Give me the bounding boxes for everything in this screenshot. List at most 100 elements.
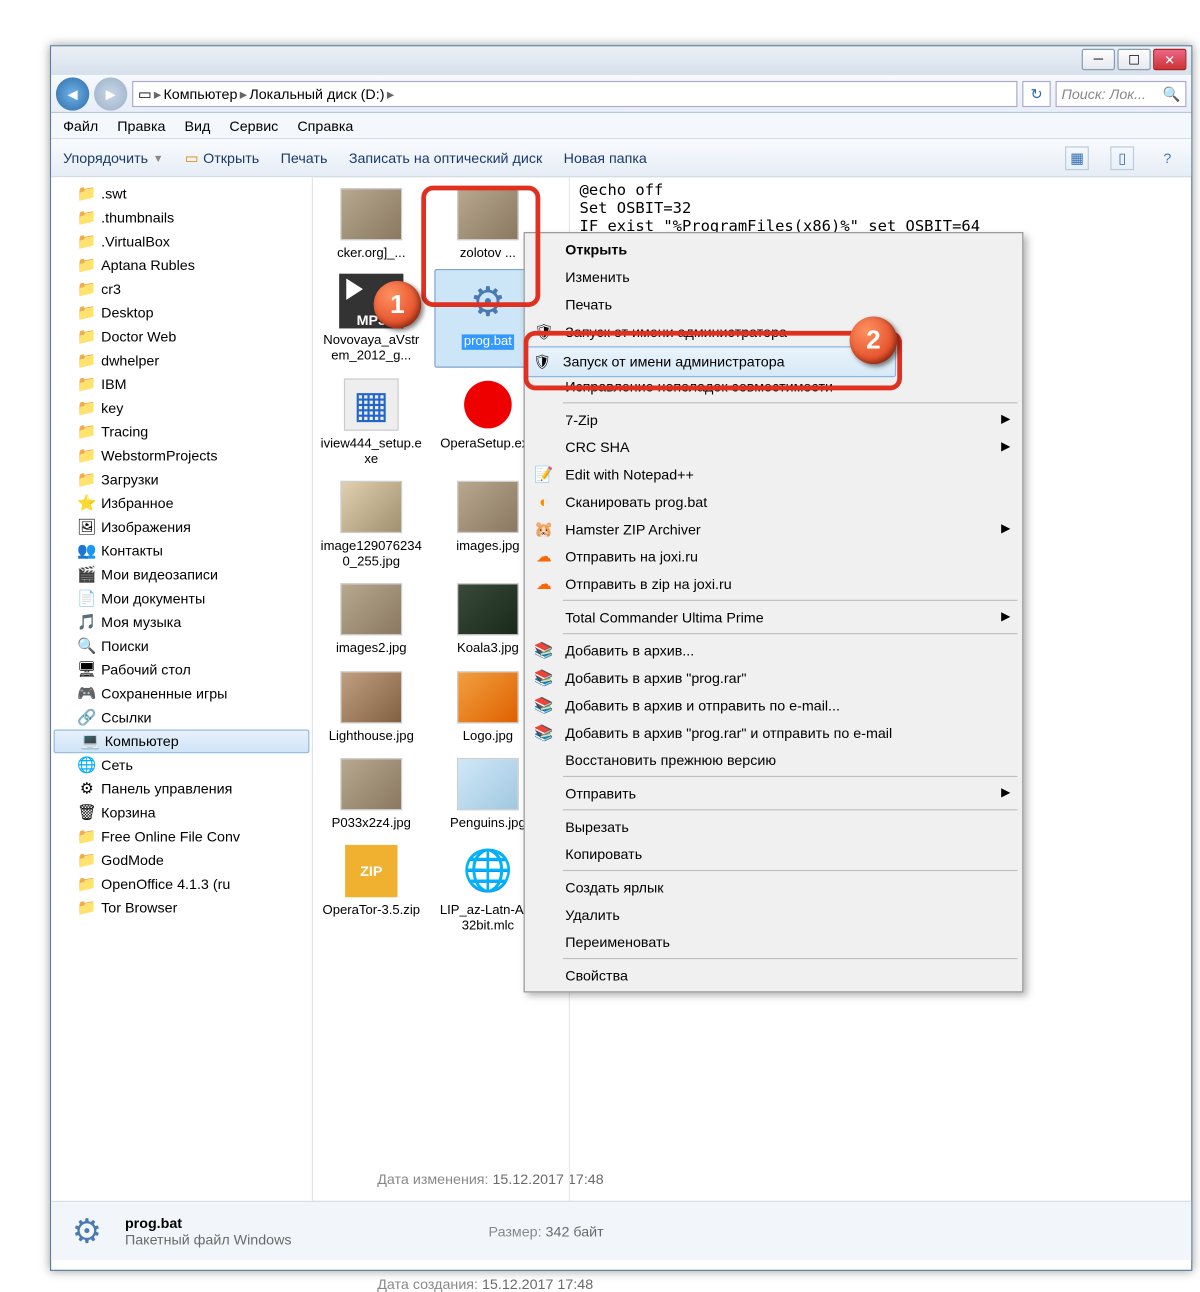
back-button[interactable]: ◄ (56, 77, 89, 110)
ctx-rar2[interactable]: 📚Добавить в архив "prog.rar" (527, 664, 1020, 691)
file-item[interactable]: P033x2z4.jpg (318, 752, 425, 834)
tree-item[interactable]: 📁key (51, 396, 312, 420)
system-buttons: ─ ☐ ✕ (51, 46, 1191, 75)
ctx-7zip[interactable]: 7-Zip▶ (527, 406, 1020, 433)
ctx-sendto[interactable]: Отправить▶ (527, 779, 1020, 806)
breadcrumb[interactable]: ▭ ▸ Компьютер ▸ Локальный диск (D:) ▸ (132, 80, 1017, 106)
folder-icon: 📁 (77, 327, 96, 346)
tree-item[interactable]: 📁Desktop (51, 301, 312, 325)
file-item[interactable]: cker.org]_... (318, 182, 425, 264)
tree-item[interactable]: 🎬Мои видеозаписи (51, 563, 312, 587)
folder-icon: 💻 (81, 732, 100, 751)
file-item[interactable]: image1290762340_255.jpg (318, 475, 425, 573)
ctx-rar4[interactable]: 📚Добавить в архив "prog.rar" и отправить… (527, 719, 1020, 746)
ctx-open[interactable]: Открыть (527, 236, 1020, 263)
menu-view[interactable]: Вид (185, 117, 211, 134)
ctx-restore[interactable]: Восстановить прежнюю версию (527, 746, 1020, 773)
preview-pane-button[interactable]: ▯ (1110, 146, 1134, 170)
ctx-joxi-zip[interactable]: ☁Отправить в zip на joxi.ru (527, 570, 1020, 597)
tree-item[interactable]: ⭐Избранное (51, 491, 312, 515)
folder-icon: 🌐 (77, 756, 96, 775)
tree-item[interactable]: 📄Мои документы (51, 587, 312, 611)
burn-button[interactable]: Записать на оптический диск (349, 149, 542, 166)
tree-item[interactable]: 📁 Aptana Rubles (51, 253, 312, 277)
nav-tree[interactable]: 📁.swt📁.thumbnails📁.VirtualBox 📁 Aptana Rub… (51, 177, 313, 1200)
ctx-edit[interactable]: Изменить (527, 263, 1020, 290)
tree-item[interactable]: 🔗Ссылки (51, 706, 312, 730)
ctx-hamster[interactable]: 🐹Hamster ZIP Archiver▶ (527, 515, 1020, 542)
ctx-print[interactable]: Печать (527, 290, 1020, 317)
tree-item[interactable]: ⚙Панель управления (51, 777, 312, 801)
tree-item[interactable]: 📁dwhelper (51, 349, 312, 373)
tree-item[interactable]: 📁Загрузки (51, 468, 312, 492)
file-item[interactable]: Lighthouse.jpg (318, 665, 425, 747)
ctx-joxi[interactable]: ☁Отправить на joxi.ru (527, 543, 1020, 570)
tree-item[interactable]: 📁WebstormProjects (51, 444, 312, 468)
tree-item[interactable]: 📁Tracing (51, 420, 312, 444)
print-button[interactable]: Печать (281, 149, 328, 166)
address-bar: ◄ ► ▭ ▸ Компьютер ▸ Локальный диск (D:) … (51, 75, 1191, 113)
ctx-delete[interactable]: Удалить (527, 901, 1020, 928)
tree-item[interactable]: 🖼Изображения (51, 515, 312, 539)
tree-item[interactable]: 🌐Сеть (51, 753, 312, 777)
minimize-button[interactable]: ─ (1082, 49, 1115, 70)
tree-item[interactable]: 📁.swt (51, 182, 312, 206)
file-item[interactable]: images2.jpg (318, 578, 425, 660)
tree-item[interactable]: 💻Компьютер (54, 729, 310, 753)
menu-edit[interactable]: Правка (117, 117, 165, 134)
file-item[interactable]: ▦iview444_setup.exe (318, 372, 425, 470)
tree-item[interactable]: 📁.thumbnails (51, 206, 312, 230)
tree-item[interactable]: 👥Контакты (51, 539, 312, 563)
ctx-shortcut[interactable]: Создать ярлык (527, 873, 1020, 900)
tree-item[interactable]: 📁Tor Browser (51, 896, 312, 920)
tree-item[interactable]: 🖥Рабочий стол (51, 658, 312, 682)
menu-service[interactable]: Сервис (229, 117, 278, 134)
organize-button[interactable]: Упорядочить▼ (63, 149, 163, 166)
forward-button[interactable]: ► (94, 77, 127, 110)
ctx-total-commander[interactable]: Total Commander Ultima Prime▶ (527, 603, 1020, 630)
ctx-notepadpp[interactable]: 📝Edit with Notepad++ (527, 461, 1020, 488)
tree-item[interactable]: 🎵Моя музыка (51, 610, 312, 634)
crumb-computer[interactable]: Компьютер (163, 85, 237, 102)
ctx-scan[interactable]: ◐Сканировать prog.bat (527, 488, 1020, 515)
tree-label: Aptana Rubles (101, 257, 195, 274)
file-thumb (455, 667, 522, 727)
refresh-button[interactable]: ↻ (1022, 80, 1051, 106)
ctx-runas[interactable]: 🛡Запуск от имени администратора (527, 318, 1020, 345)
file-thumb (338, 184, 405, 244)
new-folder-button[interactable]: Новая папка (564, 149, 647, 166)
crumb-current[interactable]: Локальный диск (D:) (249, 85, 384, 102)
tree-item[interactable]: 📁Free Online File Conv (51, 825, 312, 849)
view-options-button[interactable]: ▦ (1065, 146, 1089, 170)
maximize-button[interactable]: ☐ (1117, 49, 1150, 70)
file-item[interactable]: ZIPOperaTor-3.5.zip (318, 839, 425, 937)
folder-icon: 📁 (77, 256, 96, 275)
tree-item[interactable]: 📁.VirtualBox (51, 230, 312, 254)
tree-label: Мои видеозаписи (101, 566, 218, 583)
winrar-icon: 📚 (534, 641, 553, 660)
help-button[interactable]: ? (1155, 146, 1179, 170)
ctx-rar1[interactable]: 📚Добавить в архив... (527, 637, 1020, 664)
menu-help[interactable]: Справка (297, 117, 353, 134)
ctx-copy[interactable]: Копировать (527, 840, 1020, 867)
ctx-cut[interactable]: Вырезать (527, 813, 1020, 840)
tree-item[interactable]: 📁IBM (51, 372, 312, 396)
tree-item[interactable]: 🗑Корзина (51, 801, 312, 825)
tree-item[interactable]: 📁OpenOffice 4.1.3 (ru (51, 872, 312, 896)
menu-file[interactable]: Файл (63, 117, 98, 134)
search-input[interactable]: Поиск: Лок... 🔍 (1056, 80, 1187, 106)
ctx-properties[interactable]: Свойства (527, 962, 1020, 989)
open-button[interactable]: ▭Открыть (185, 149, 259, 166)
ctx-rename[interactable]: Переименовать (527, 928, 1020, 955)
ctx-rar3[interactable]: 📚Добавить в архив и отправить по e-mail.… (527, 691, 1020, 718)
folder-icon: 🎮 (77, 684, 96, 703)
tree-item[interactable]: 📁GodMode (51, 848, 312, 872)
file-thumb (338, 754, 405, 814)
ctx-crc[interactable]: CRC SHA▶ (527, 433, 1020, 460)
tree-item[interactable]: 📁Doctor Web (51, 325, 312, 349)
close-button[interactable]: ✕ (1153, 49, 1186, 70)
tree-item[interactable]: 🎮Сохраненные игры (51, 682, 312, 706)
file-thumb (455, 754, 522, 814)
tree-item[interactable]: 📁cr3 (51, 277, 312, 301)
tree-item[interactable]: 🔍Поиски (51, 634, 312, 658)
